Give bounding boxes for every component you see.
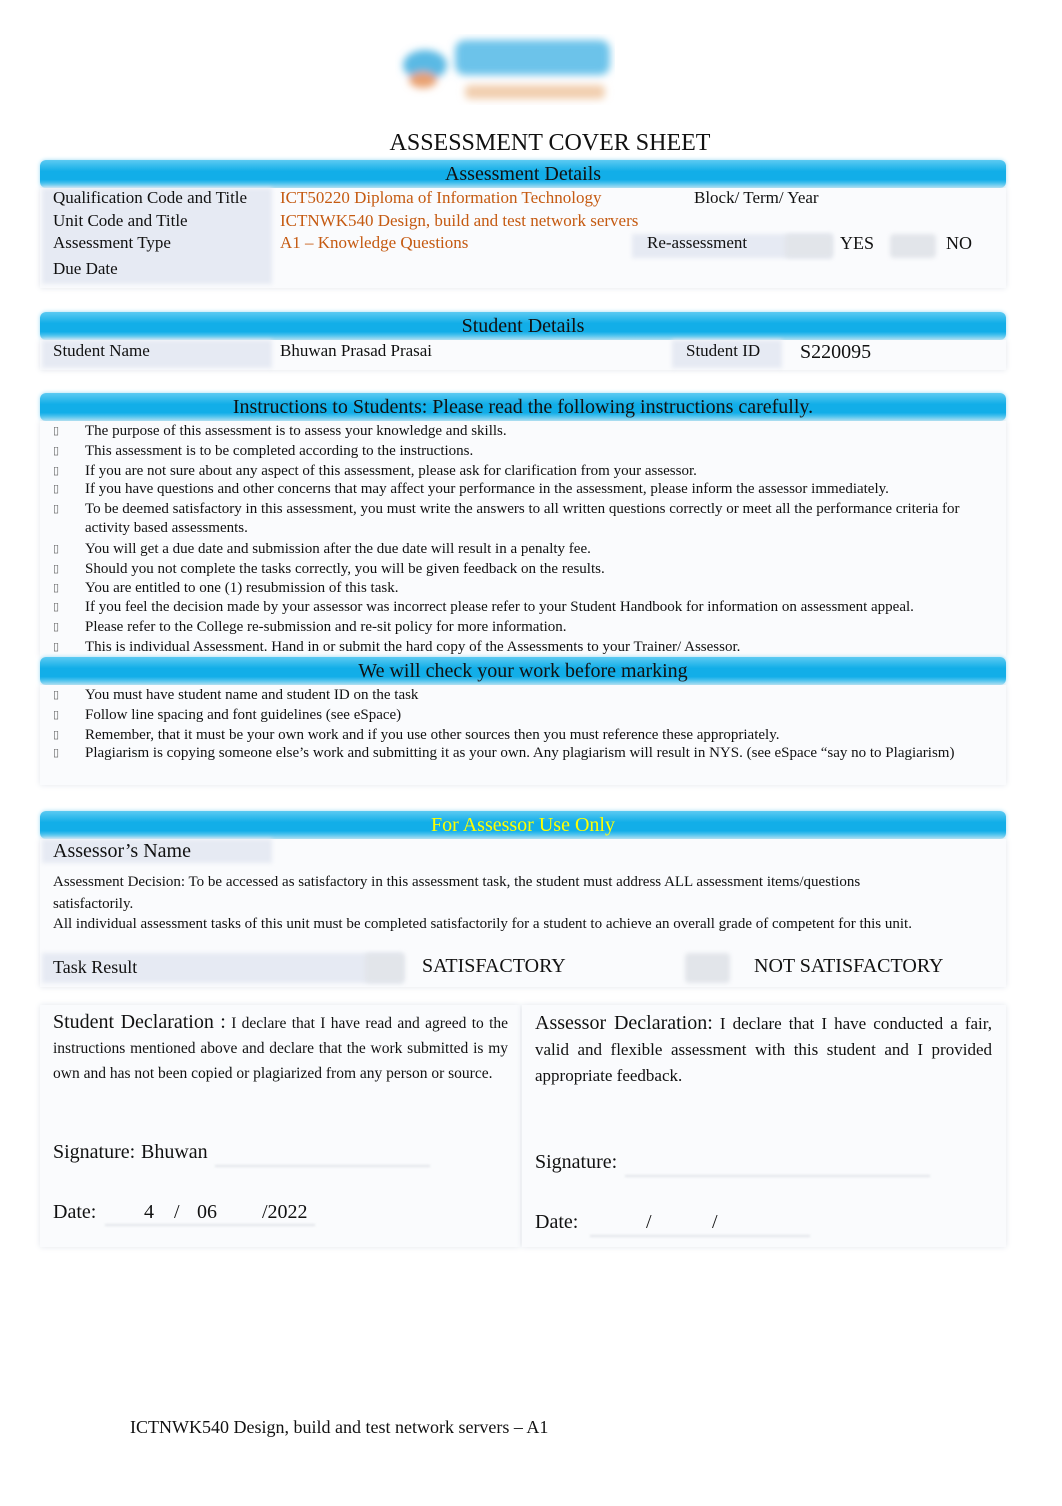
list-item: ▯ If you are not sure about any aspect of… <box>53 462 1008 481</box>
list-item-text: This is individual Assessment. Hand in o… <box>85 639 741 655</box>
bullet-icon: ▯ <box>53 465 60 477</box>
list-item-text: To be deemed satisfactory in this assess… <box>85 501 960 536</box>
list-item-text: Plagiarism is copying someone else’s wor… <box>85 745 955 761</box>
student-date-label: Date: <box>53 1201 97 1223</box>
assessment-details-header: Assessment Details <box>40 160 1006 188</box>
list-item-text: You will get a due date and submission a… <box>85 541 591 557</box>
reassessment-yes[interactable]: YES <box>840 233 874 254</box>
due-date-label: Due Date <box>53 259 118 278</box>
list-item: ▯ This assessment is to be completed acco… <box>53 442 1008 461</box>
assessor-declaration-heading: Assessor Declaration: <box>535 1012 713 1034</box>
list-item-text: You are entitled to one (1) resubmission… <box>85 580 399 596</box>
list-item: ▯ To be deemed satisfactory in this asses… <box>53 500 1008 538</box>
instructions-header: Instructions to Students: Please read th… <box>40 393 1006 421</box>
date-separator: / <box>174 1201 180 1223</box>
bullet-icon: ▯ <box>53 641 60 653</box>
list-item-text: Follow line spacing and font guidelines … <box>85 707 402 723</box>
student-id-value: S220095 <box>800 341 872 363</box>
bullet-icon: ▯ <box>53 543 60 555</box>
bullet-icon: ▯ <box>53 709 60 721</box>
student-date-month[interactable]: 06 <box>197 1201 217 1224</box>
assessor-use-header: For Assessor Use Only <box>40 811 1006 839</box>
list-item-text: If you are not sure about any aspect of … <box>85 463 697 479</box>
unit-value: ICTNWK540 Design, build and test network… <box>280 211 639 230</box>
assessor-name-label: Assessor’s Name <box>53 840 191 862</box>
satisfactory-option[interactable]: SATISFACTORY <box>422 955 566 978</box>
student-signature-label: Signature: <box>53 1141 136 1163</box>
reassessment-label: Re-assessment <box>647 233 748 252</box>
list-item: ▯ Should you not complete the tasks corre… <box>53 560 1008 579</box>
student-date-year[interactable]: /2022 <box>262 1201 308 1224</box>
check-header: We will check your work before marking <box>40 657 1006 685</box>
bullet-icon: ▯ <box>53 563 60 575</box>
student-signature-value[interactable]: Bhuwan <box>141 1141 208 1164</box>
reassessment-no[interactable]: NO <box>946 233 972 254</box>
date-separator: / <box>712 1211 718 1233</box>
not-satisfactory-option[interactable]: NOT SATISFACTORY <box>754 955 944 978</box>
bullet-icon: ▯ <box>53 689 60 701</box>
qualification-value: ICT50220 Diploma of Information Technolo… <box>280 188 602 207</box>
student-date-day[interactable]: 4 <box>144 1201 154 1224</box>
bullet-icon: ▯ <box>53 425 60 437</box>
assessment-note-text: All individual assessment tasks of this … <box>53 916 912 932</box>
student-id-label: Student ID <box>686 341 761 360</box>
list-item: ▯ Please refer to the College re-submissi… <box>53 618 1008 637</box>
list-item-text: Remember, that it must be your own work … <box>85 727 780 743</box>
student-name-value: Bhuwan Prasad Prasai <box>280 341 433 360</box>
list-item: ▯ You are entitled to one (1) resubmissio… <box>53 579 1008 598</box>
task-result-label: Task Result <box>53 957 138 977</box>
list-item: ▯ You must have student name and student … <box>53 686 1008 705</box>
list-item: ▯ The purpose of this assessment is to as… <box>53 422 1008 441</box>
list-item: ▯ This is individual Assessment. Hand in … <box>53 638 1008 657</box>
list-item: ▯ Remember, that it must be your own work… <box>53 726 1008 745</box>
student-declaration-heading: Student Declaration : <box>53 1011 226 1033</box>
page-title: ASSESSMENT COVER SHEET <box>389 130 711 156</box>
bullet-icon: ▯ <box>53 729 60 741</box>
assessor-declaration: Assessor Declaration: I declare that I h… <box>535 1010 992 1089</box>
list-item-text: The purpose of this assessment is to ass… <box>85 423 507 439</box>
bullet-icon: ▯ <box>53 503 60 515</box>
block-term-year-label: Block/ Term/ Year <box>694 188 819 207</box>
list-item: ▯ If you feel the decision made by your a… <box>53 598 1008 617</box>
list-item: ▯ Plagiarism is copying someone else’s wo… <box>53 744 1008 763</box>
list-item-text: If you have questions and other concerns… <box>85 481 889 497</box>
bullet-icon: ▯ <box>53 582 60 594</box>
bullet-icon: ▯ <box>53 445 60 457</box>
list-item: ▯ Follow line spacing and font guidelines… <box>53 706 1008 725</box>
student-name-label: Student Name <box>53 341 150 360</box>
list-item-text: Please refer to the College re-submissio… <box>85 619 567 635</box>
assessment-decision-text: Assessment Decision: To be accessed as s… <box>53 874 861 912</box>
assessor-date-label: Date: <box>535 1211 579 1233</box>
assessment-type-label: Assessment Type <box>53 233 171 252</box>
bullet-icon: ▯ <box>53 747 60 759</box>
bullet-icon: ▯ <box>53 621 60 633</box>
list-item-text: This assessment is to be completed accor… <box>85 443 474 459</box>
qualification-label: Qualification Code and Title <box>53 188 248 207</box>
student-details-header: Student Details <box>40 312 1006 340</box>
list-item: ▯ You will get a due date and submission … <box>53 540 1008 559</box>
page-footer: ICTNWK540 Design, build and test network… <box>130 1417 549 1437</box>
bullet-icon: ▯ <box>53 483 60 495</box>
list-item: ▯ If you have questions and other concern… <box>53 480 1008 499</box>
list-item-text: You must have student name and student I… <box>85 687 419 703</box>
list-item-text: If you feel the decision made by your as… <box>85 599 914 615</box>
assessment-type-value: A1 – Knowledge Questions <box>280 233 469 252</box>
unit-label: Unit Code and Title <box>53 211 188 230</box>
skyline-logo <box>403 40 610 99</box>
date-separator: / <box>646 1211 652 1233</box>
assessor-signature-label: Signature: <box>535 1151 618 1173</box>
list-item-text: Should you not complete the tasks correc… <box>85 561 605 577</box>
student-declaration: Student Declaration : I declare that I h… <box>53 1010 508 1086</box>
bullet-icon: ▯ <box>53 601 60 613</box>
